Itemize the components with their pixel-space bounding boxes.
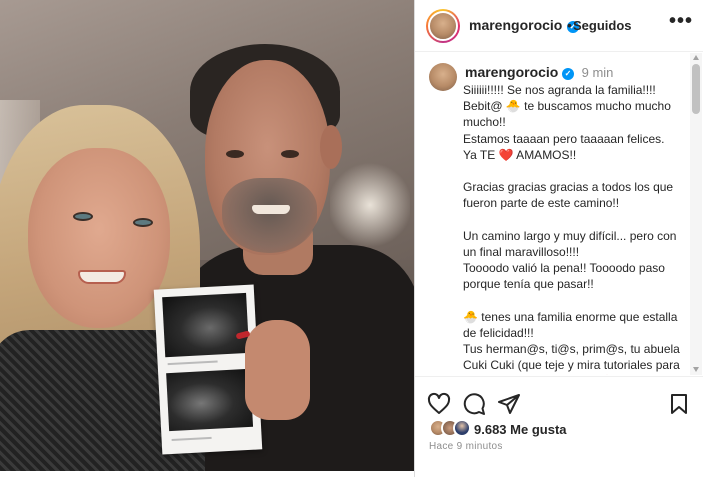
header-separator: • (567, 17, 572, 33)
woman-left-eye (73, 212, 93, 221)
ultrasound-image-bottom (166, 368, 254, 432)
caption-line: Tus herman@s, ti@s, prim@s, tu abuela Cu… (463, 342, 680, 375)
paper-plane-icon[interactable] (497, 392, 521, 416)
scroll-up-arrow-icon[interactable] (693, 55, 699, 60)
header-user: marengorocio ✓ (469, 17, 579, 35)
post-photo[interactable] (0, 0, 414, 471)
heart-outline-icon[interactable] (427, 392, 451, 416)
caption-line (463, 212, 691, 228)
post-time-short: 9 min (581, 65, 614, 80)
man-left-eye (226, 150, 244, 158)
caption-line (463, 163, 691, 179)
caption-header: marengorocio ✓ 9 min (465, 64, 613, 80)
bookmark-icon[interactable] (667, 392, 691, 416)
caption-line: Toooodo valió la pena!! Toooodo paso por… (463, 261, 669, 292)
caption-line (463, 293, 691, 309)
liker-avatar (453, 419, 471, 437)
post-actions: 9.683 Me gusta Hace 9 minutos (415, 376, 703, 477)
caption-text: Siiiiii!!!!! Se nos agranda la familia!!… (463, 82, 691, 375)
caption-username-link[interactable]: marengorocio (465, 64, 558, 80)
caption-line: Gracias gracias gracias a todos los que … (463, 180, 677, 211)
photo-background-lamp (330, 160, 410, 250)
woman-face (28, 148, 170, 328)
likes-number: 9.683 (474, 422, 507, 437)
ultrasound-divider (167, 360, 218, 366)
likes-label: Me gusta (510, 422, 567, 437)
likes-count[interactable]: 9.683 Me gusta (474, 422, 567, 437)
caption-line: Siiiiii!!!!! Se nos agranda la familia!!… (463, 83, 656, 97)
woman-smile (78, 270, 126, 284)
verified-badge-icon: ✓ (561, 68, 574, 80)
woman-right-eye (133, 218, 153, 227)
man-hand (245, 320, 310, 420)
ultrasound-image-top (162, 292, 250, 358)
man-ear (320, 125, 342, 169)
caption-line: Bebit@ 🐣 te buscamos mucho mucho mucho!! (463, 99, 675, 130)
post-time-ago: Hace 9 minutos (429, 441, 503, 452)
caption-line: 🐣 tenes una familia enorme que estalla d… (463, 309, 681, 341)
man-right-eye (281, 150, 299, 158)
username-link[interactable]: marengorocio (469, 17, 562, 33)
avatar[interactable] (428, 11, 458, 41)
man-beard (222, 178, 317, 253)
caption-scroll-area[interactable]: marengorocio ✓ 9 min Siiiiii!!!!! Se nos… (415, 53, 703, 375)
story-ring[interactable] (426, 9, 460, 43)
post-side-panel: marengorocio ✓ • Seguidos ••• marengoroc… (414, 0, 703, 477)
more-options-icon[interactable]: ••• (669, 10, 693, 33)
comment-bubble-icon[interactable] (462, 392, 486, 416)
scroll-down-arrow-icon[interactable] (693, 367, 699, 372)
post-header: marengorocio ✓ • Seguidos ••• (415, 0, 703, 52)
caption-scrollbar-thumb[interactable] (692, 64, 700, 114)
caption-line: Ya TE ❤️ AMAMOS!! (463, 147, 577, 162)
caption-line: Estamos taaaan pero taaaaan felices. (463, 131, 665, 146)
man-smile (252, 205, 290, 214)
caption-line: Un camino largo y muy difícil... pero co… (463, 228, 680, 260)
caption-avatar[interactable] (429, 63, 457, 91)
ultrasound-footer-line (171, 436, 212, 441)
follow-status-button[interactable]: Seguidos (573, 18, 632, 33)
